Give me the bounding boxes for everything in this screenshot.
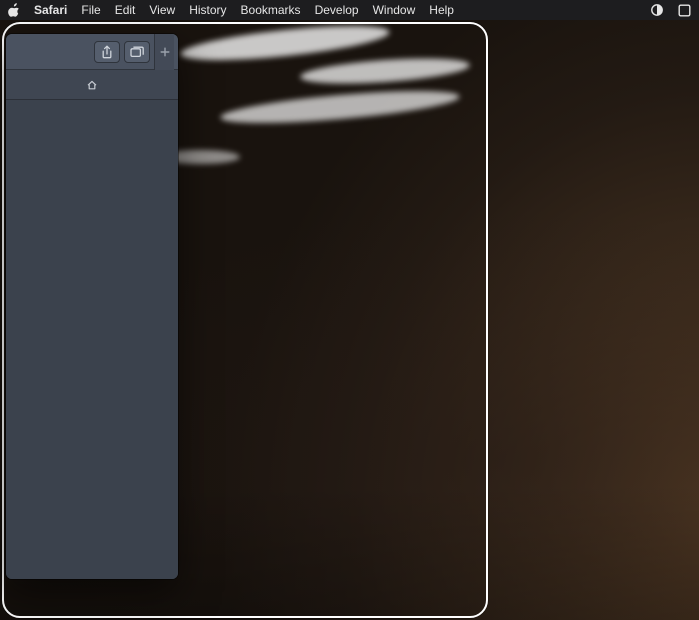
menu-bookmarks[interactable]: Bookmarks xyxy=(241,3,301,17)
status-square-icon[interactable] xyxy=(678,4,691,17)
toolbar-button-group xyxy=(94,41,150,63)
safari-window[interactable] xyxy=(6,34,178,579)
menu-develop[interactable]: Develop xyxy=(315,3,359,17)
menu-bar-right xyxy=(650,3,691,17)
menu-app-name[interactable]: Safari xyxy=(34,3,67,17)
apple-logo-icon[interactable] xyxy=(8,3,20,17)
menu-help[interactable]: Help xyxy=(429,3,454,17)
menu-view[interactable]: View xyxy=(149,3,175,17)
share-icon xyxy=(101,45,113,59)
menu-bar: Safari File Edit View History Bookmarks … xyxy=(0,0,699,20)
menu-history[interactable]: History xyxy=(189,3,226,17)
safari-tab[interactable] xyxy=(6,70,178,99)
tabs-overview-icon xyxy=(130,46,144,58)
menu-bar-left: Safari File Edit View History Bookmarks … xyxy=(8,3,454,17)
share-button[interactable] xyxy=(94,41,120,63)
home-icon xyxy=(86,79,98,91)
safari-tab-strip xyxy=(6,70,178,100)
status-toggle-icon[interactable] xyxy=(650,3,664,17)
plus-icon xyxy=(160,47,170,57)
safari-content-area[interactable] xyxy=(6,100,178,579)
menu-window[interactable]: Window xyxy=(373,3,416,17)
new-tab-button[interactable] xyxy=(154,34,174,70)
menu-edit[interactable]: Edit xyxy=(115,3,136,17)
safari-toolbar xyxy=(6,34,178,70)
tabs-overview-button[interactable] xyxy=(124,41,150,63)
menu-file[interactable]: File xyxy=(81,3,100,17)
